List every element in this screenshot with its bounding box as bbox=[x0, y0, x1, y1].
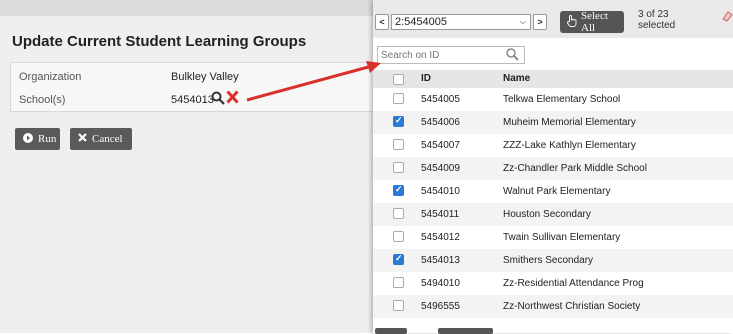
school-name-cell: Telkwa Elementary School bbox=[503, 94, 621, 105]
search-button-icon[interactable] bbox=[503, 46, 521, 65]
table-row[interactable]: 5496555 Zz-Northwest Christian Society bbox=[373, 295, 733, 318]
eraser-icon[interactable] bbox=[721, 10, 733, 25]
run-arrow-icon bbox=[23, 132, 33, 146]
table-row[interactable]: 5454007 ZZZ-Lake Kathlyn Elementary bbox=[373, 134, 733, 157]
school-name-cell: Zz-Chandler Park Middle School bbox=[503, 163, 647, 174]
next-button[interactable]: > bbox=[533, 14, 547, 30]
search-icon[interactable] bbox=[211, 91, 225, 108]
school-id-cell: 5454010 bbox=[421, 186, 460, 197]
table-header: ID Name bbox=[373, 70, 733, 88]
row-checkbox[interactable] bbox=[393, 139, 404, 150]
row-checkbox[interactable] bbox=[393, 231, 404, 242]
form-fields-box: Organization Bulkley Valley School(s) 54… bbox=[10, 62, 377, 112]
school-name-cell: Twain Sullivan Elementary bbox=[503, 232, 621, 243]
school-id-cell: 5454011 bbox=[421, 209, 460, 220]
school-id-cell: 5454006 bbox=[421, 117, 460, 128]
run-label: Run bbox=[38, 133, 57, 145]
table-row[interactable]: 5454012 Twain Sullivan Elementary bbox=[373, 226, 733, 249]
page-title: Update Current Student Learning Groups bbox=[12, 33, 307, 50]
panel-top-bar bbox=[0, 0, 373, 16]
school-id-cell: 5454005 bbox=[421, 94, 460, 105]
selection-count: 3 of 23 selected bbox=[638, 9, 675, 31]
school-picker-panel: < 2:5454005 ⌵ > Select All 3 of 23 selec… bbox=[373, 0, 733, 334]
row-checkbox[interactable] bbox=[393, 93, 404, 104]
organization-value: Bulkley Valley bbox=[171, 71, 239, 83]
row-checkbox[interactable] bbox=[393, 115, 404, 127]
table-row[interactable]: 5454005 Telkwa Elementary School bbox=[373, 88, 733, 111]
previous-button[interactable]: < bbox=[375, 14, 389, 30]
ok-button[interactable] bbox=[375, 328, 407, 334]
cancel-x-icon bbox=[78, 133, 87, 145]
report-form-panel: Update Current Student Learning Groups O… bbox=[0, 0, 377, 333]
column-header-name: Name bbox=[503, 73, 531, 84]
row-checkbox[interactable] bbox=[393, 300, 404, 311]
select-all-button[interactable]: Select All bbox=[560, 10, 624, 34]
select-all-checkbox[interactable] bbox=[393, 74, 404, 85]
hand-pointer-icon bbox=[566, 14, 577, 30]
schools-value: 5454013 bbox=[171, 94, 214, 106]
school-name-cell: ZZZ-Lake Kathlyn Elementary bbox=[503, 140, 636, 151]
row-checkbox[interactable] bbox=[393, 253, 404, 265]
dropdown-chevron-icon: ⌵ bbox=[519, 17, 526, 26]
column-header-id: ID bbox=[421, 73, 431, 84]
delete-x-icon[interactable] bbox=[226, 90, 239, 107]
row-checkbox[interactable] bbox=[393, 184, 404, 196]
cancel-picker-button[interactable] bbox=[438, 328, 493, 334]
page-select[interactable]: 2:5454005 ⌵ bbox=[391, 14, 531, 30]
table-row[interactable]: 5494010 Zz-Residential Attendance Prog bbox=[373, 272, 733, 295]
page-select-value: 2:5454005 bbox=[395, 16, 447, 28]
school-name-cell: Zz-Northwest Christian Society bbox=[503, 301, 641, 312]
school-id-cell: 5496555 bbox=[421, 301, 460, 312]
table-row[interactable]: 5454006 Muheim Memorial Elementary bbox=[373, 111, 733, 134]
school-id-cell: 5454013 bbox=[421, 255, 460, 266]
cancel-button[interactable]: Cancel bbox=[70, 128, 132, 150]
school-id-cell: 5494010 bbox=[421, 278, 460, 289]
selection-count-line2: selected bbox=[638, 20, 676, 31]
cancel-label: Cancel bbox=[92, 133, 123, 145]
schools-label: School(s) bbox=[19, 94, 66, 106]
school-name-cell: Smithers Secondary bbox=[503, 255, 594, 266]
school-name-cell: Muheim Memorial Elementary bbox=[503, 117, 636, 128]
table-row[interactable]: 5454010 Walnut Park Elementary bbox=[373, 180, 733, 203]
row-checkbox[interactable] bbox=[393, 277, 404, 288]
picker-toolbar: < 2:5454005 ⌵ > Select All 3 of 23 selec… bbox=[373, 0, 733, 38]
school-name-cell: Zz-Residential Attendance Prog bbox=[503, 278, 644, 289]
select-all-label: Select All bbox=[581, 10, 608, 34]
school-id-cell: 5454009 bbox=[421, 163, 460, 174]
table-row[interactable]: 5454011 Houston Secondary bbox=[373, 203, 733, 226]
table-row[interactable]: 5454009 Zz-Chandler Park Middle School bbox=[373, 157, 733, 180]
school-name-cell: Houston Secondary bbox=[503, 209, 591, 220]
row-checkbox[interactable] bbox=[393, 162, 404, 173]
school-name-cell: Walnut Park Elementary bbox=[503, 186, 611, 197]
selection-count-line1: 3 of 23 bbox=[638, 9, 669, 20]
school-id-cell: 5454012 bbox=[421, 232, 460, 243]
school-id-cell: 5454007 bbox=[421, 140, 460, 151]
run-button[interactable]: Run bbox=[15, 128, 60, 150]
row-checkbox[interactable] bbox=[393, 208, 404, 219]
table-row[interactable]: 5454013 Smithers Secondary bbox=[373, 249, 733, 272]
organization-label: Organization bbox=[19, 71, 82, 83]
